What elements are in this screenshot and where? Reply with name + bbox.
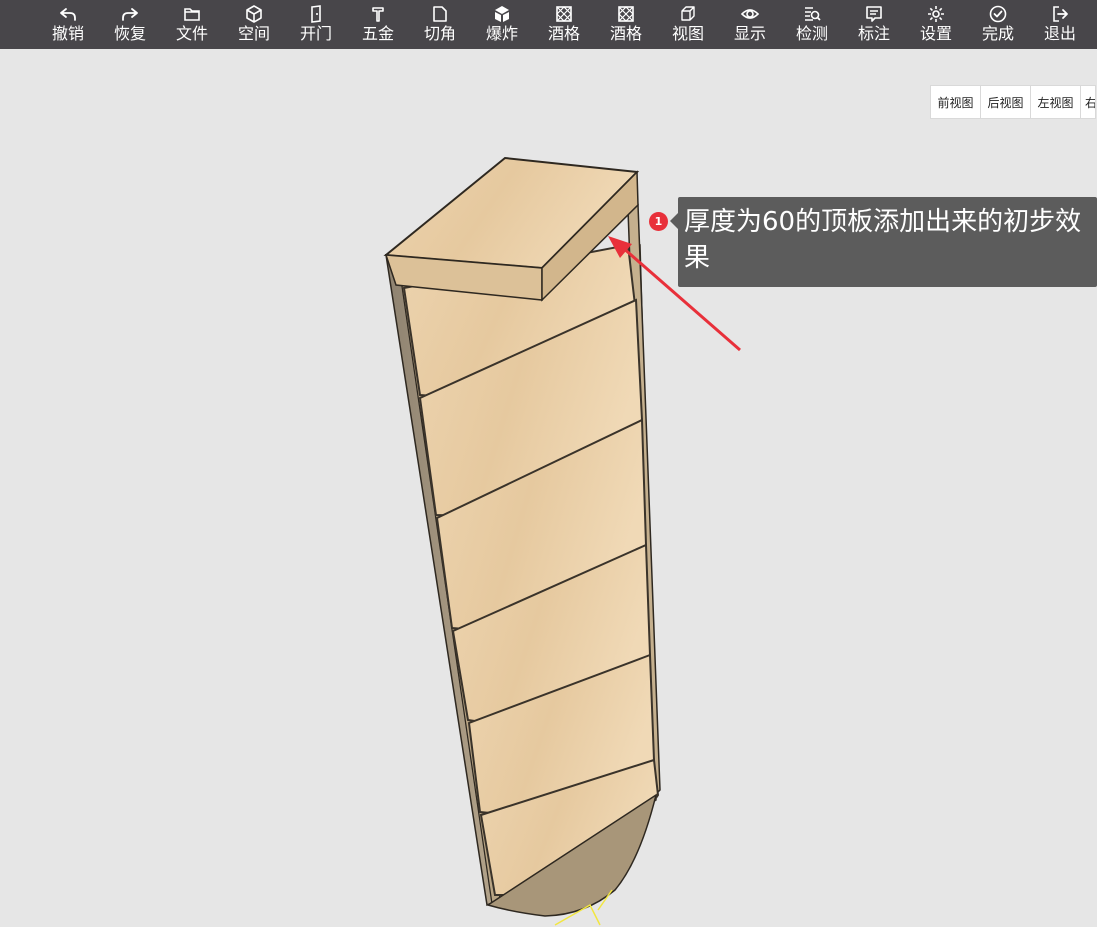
corner-cabinet-model[interactable] bbox=[383, 156, 661, 926]
3d-viewport[interactable] bbox=[0, 0, 1097, 927]
annotation-text: 厚度为60的顶板添加出来的初步效果 bbox=[684, 207, 1082, 273]
annotation-badge: 1 bbox=[649, 212, 668, 231]
annotation-callout: 厚度为60的顶板添加出来的初步效果 bbox=[670, 197, 1097, 287]
